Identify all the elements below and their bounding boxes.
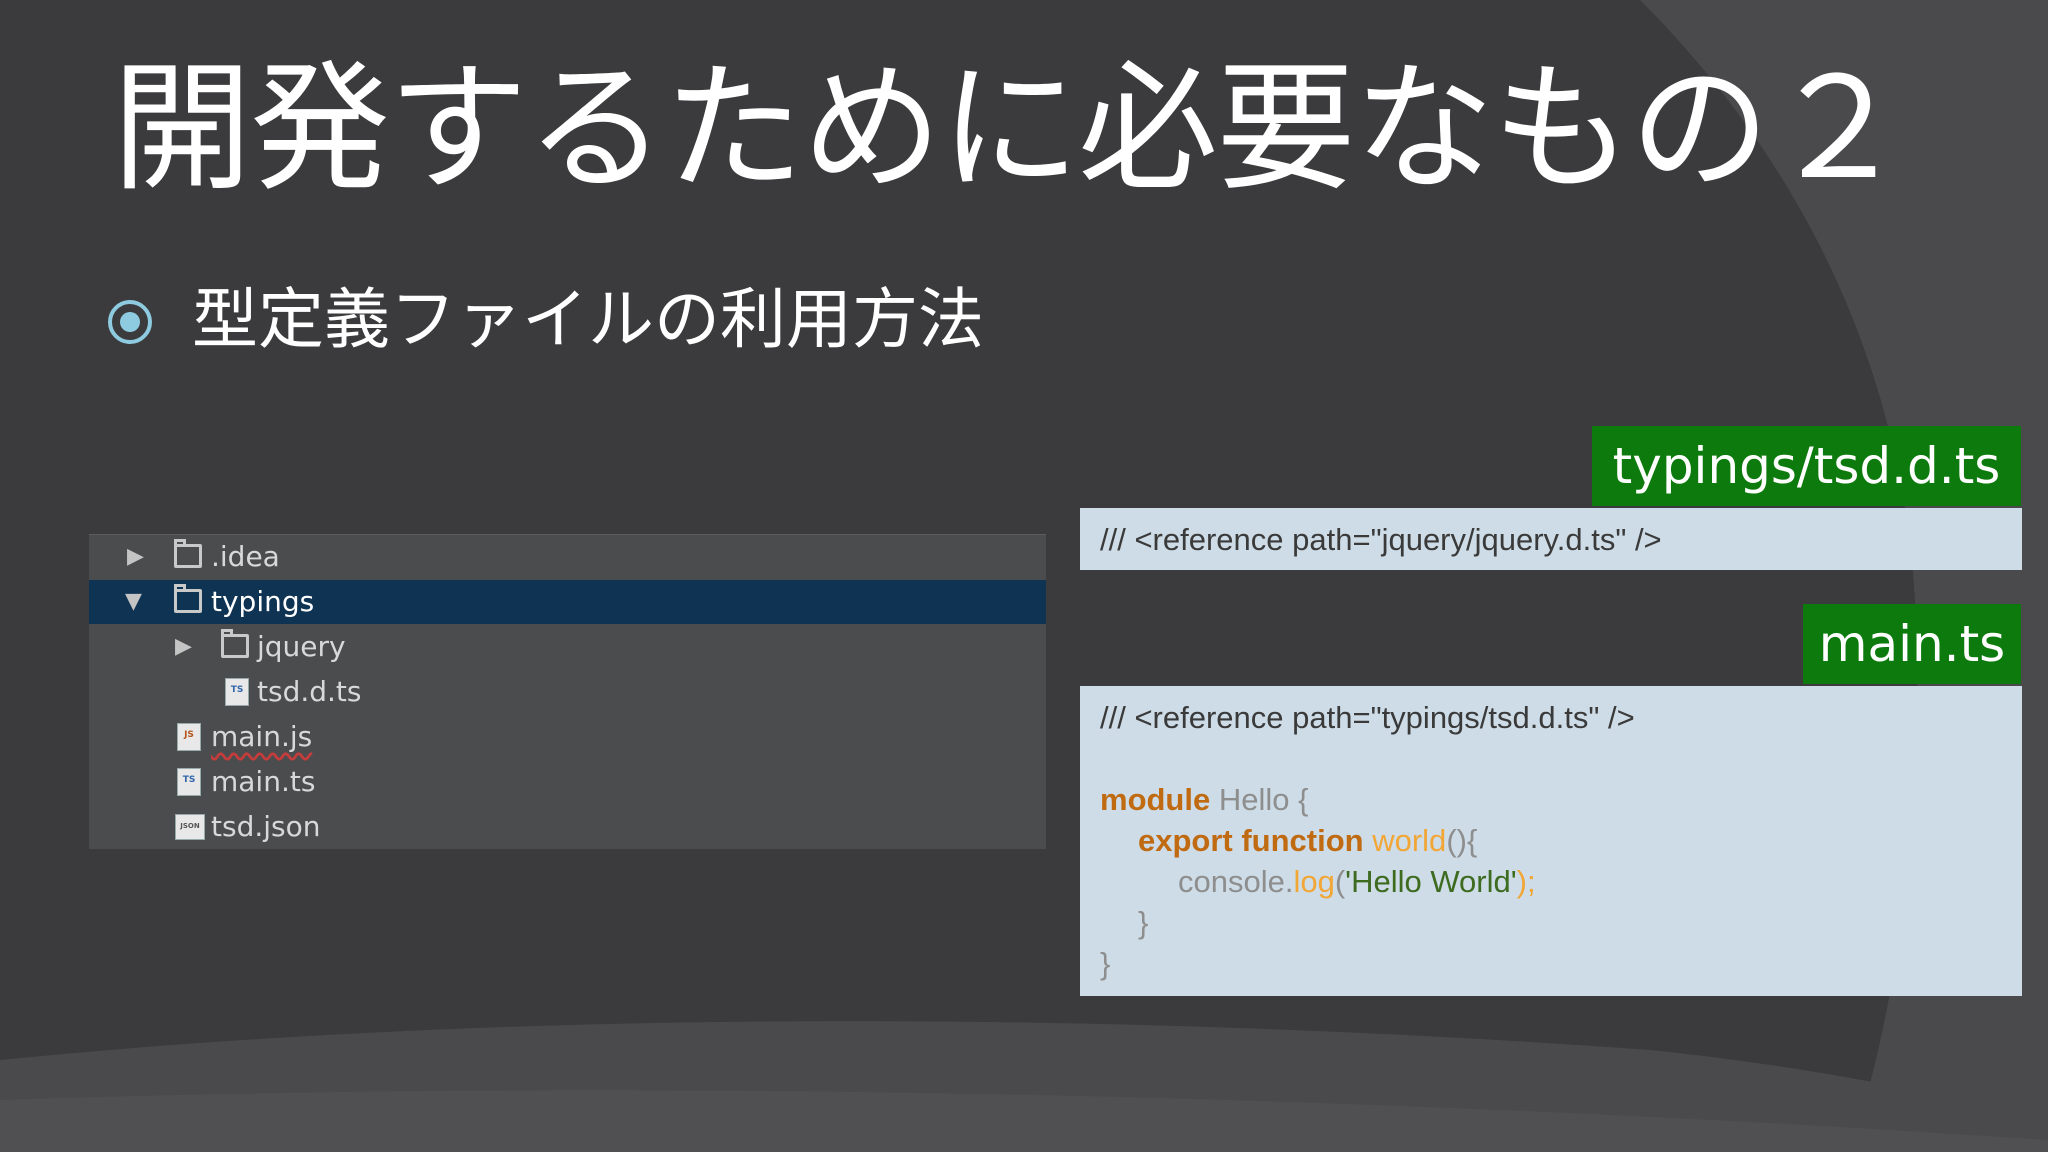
tree-row-main-ts[interactable]: TS main.ts (89, 760, 1046, 804)
keyword-export-function: export function (1138, 823, 1364, 858)
keyword-module: module (1100, 782, 1211, 817)
typings-code-panel: /// <reference path="jquery/jquery.d.ts"… (1080, 508, 2022, 570)
string-literal: 'Hello World' (1345, 864, 1517, 899)
bullet-icon (108, 300, 152, 344)
paren-close: ); (1516, 864, 1536, 899)
main-file-tag: main.ts (1803, 604, 2021, 684)
tree-row-label: main.js (211, 720, 313, 753)
module-line: module Hello { (1100, 780, 1308, 820)
tree-row-label: main.ts (211, 765, 316, 798)
function-tail: (){ (1446, 823, 1478, 858)
console-log-line: console.log('Hello World'); (1178, 862, 1536, 902)
tree-row-label: .idea (211, 540, 280, 573)
close-brace-outer: } (1100, 946, 1111, 981)
function-name: world (1363, 823, 1447, 858)
slide-title: 開発するために必要なもの２ (112, 48, 1908, 211)
typings-file-tag: typings/tsd.d.ts (1592, 426, 2021, 506)
tree-row-label: tsd.d.ts (257, 675, 362, 708)
js-file-icon: JS (177, 723, 201, 751)
tree-row-main-js[interactable]: JS main.js (89, 715, 1046, 759)
folder-icon (221, 629, 249, 658)
tree-row-label: jquery (257, 630, 346, 663)
expanded-arrow-icon[interactable]: ▼ (125, 580, 142, 624)
main-code-panel: /// <reference path="typings/tsd.d.ts" /… (1080, 686, 2022, 996)
reference-line: /// <reference path="typings/tsd.d.ts" /… (1100, 700, 1635, 735)
json-file-icon: JSON (175, 814, 205, 840)
tree-row-idea[interactable]: ▶ .idea (89, 535, 1046, 579)
ts-file-icon: TS (177, 768, 201, 796)
collapsed-arrow-icon[interactable]: ▶ (127, 535, 144, 579)
tree-row-typings[interactable]: ▼ typings (89, 580, 1046, 624)
module-name: Hello { (1210, 782, 1309, 817)
tree-row-jquery[interactable]: ▶ jquery (89, 625, 1046, 669)
bullet-text: 型定義ファイルの利用方法 (192, 281, 984, 358)
console-object: console. (1178, 864, 1294, 899)
close-brace-inner: } (1138, 905, 1149, 940)
folder-icon (174, 584, 202, 613)
collapsed-arrow-icon[interactable]: ▶ (175, 625, 192, 669)
log-method: log (1293, 864, 1335, 899)
folder-icon (174, 539, 202, 568)
tree-row-tsd-json[interactable]: JSON tsd.json (89, 805, 1046, 849)
tree-row-label: tsd.json (211, 810, 321, 843)
tree-row-label: typings (211, 585, 315, 618)
tree-row-tsd-d-ts[interactable]: TS tsd.d.ts (89, 670, 1046, 714)
ts-file-icon: TS (225, 678, 249, 706)
export-function-line: export function world(){ (1138, 821, 1477, 861)
reference-line: /// <reference path="jquery/jquery.d.ts"… (1100, 522, 1662, 557)
paren-open: ( (1334, 864, 1346, 899)
project-file-tree: ▶ .idea ▼ typings ▶ jquery TS tsd.d.ts J… (89, 534, 1046, 849)
